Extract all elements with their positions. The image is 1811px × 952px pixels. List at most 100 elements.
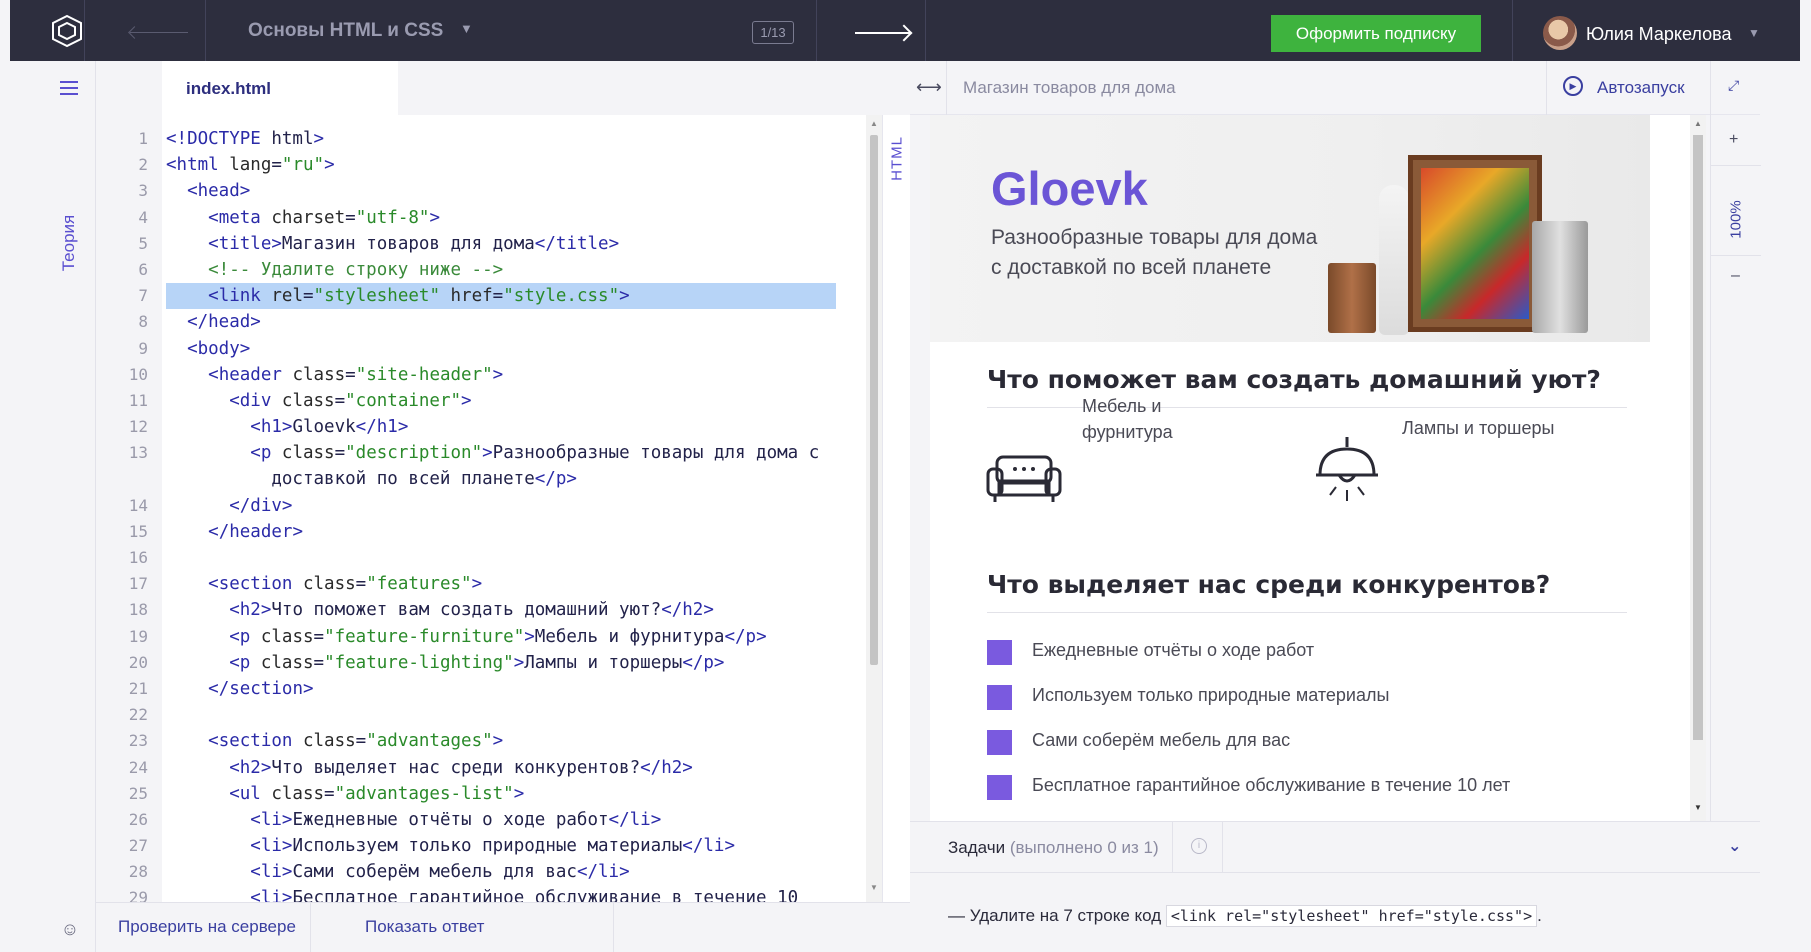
code-line[interactable]: 26 <li>Ежедневные отчёты о ходе работ</l… — [96, 807, 866, 833]
user-menu-chevron-icon[interactable]: ▼ — [1748, 26, 1760, 40]
code-line[interactable]: 23 <section class="advantages"> — [96, 728, 866, 754]
action-bar: Проверить на сервере Показать ответ — [96, 902, 910, 952]
lamp-icon — [1316, 437, 1378, 501]
code-line[interactable]: 19 <p class="feature-furniture">Мебель и… — [96, 624, 866, 650]
code-text: доставкой по всей планете</p> — [166, 469, 577, 490]
check-on-server-button[interactable]: Проверить на сервере — [118, 917, 296, 937]
avatar[interactable] — [1543, 16, 1577, 50]
fullscreen-icon[interactable]: ⤢ — [1728, 77, 1739, 94]
code-line[interactable]: 16 — [96, 545, 866, 571]
hero-banner: Gloevk Разнообразные товары для дома с д… — [930, 115, 1650, 342]
editor-scrollbar[interactable]: ▲ ▼ — [866, 115, 882, 902]
top-bar: Основы HTML и CSS ▼ 1/13 Оформить подпис… — [10, 0, 1800, 61]
line-number: 18 — [128, 600, 148, 620]
code-text: <title>Магазин товаров для дома</title> — [208, 233, 620, 254]
line-number: 21 — [128, 678, 148, 698]
autorun-icon[interactable]: ▶ — [1563, 76, 1583, 96]
feedback-icon[interactable]: ☺ — [59, 919, 81, 941]
advantages-heading: Что выделяет нас среди конкурентов? — [987, 570, 1551, 599]
preview-frame[interactable]: Gloevk Разнообразные товары для дома с д… — [930, 115, 1690, 821]
code-line[interactable]: 8 </head> — [96, 309, 866, 335]
language-label: HTML — [888, 136, 906, 181]
code-text: <head> — [187, 181, 251, 202]
preview-scroll-thumb[interactable] — [1693, 135, 1703, 740]
code-text: </head> — [187, 312, 261, 333]
code-line[interactable]: 4 <meta charset="utf-8"> — [96, 205, 866, 231]
line-number: 13 — [128, 443, 148, 463]
code-text: <li>Сами соберём мебель для вас</li> — [250, 862, 630, 883]
code-line[interactable]: 6 <!-- Удалите строку ниже --> — [96, 257, 866, 283]
show-answer-button[interactable]: Показать ответ — [365, 917, 484, 937]
brand-tagline: Разнообразные товары для дома с доставко… — [991, 226, 1318, 279]
zoom-out-button[interactable]: – — [1731, 267, 1740, 285]
code-line[interactable]: 13 <p class="description">Разнообразные … — [96, 440, 866, 466]
code-line[interactable]: доставкой по всей планете</p> — [96, 466, 866, 492]
preview-scrollbar[interactable]: ▲ ▼ — [1690, 115, 1706, 821]
line-number: 22 — [128, 705, 148, 725]
code-text: <!-- Удалите строку ниже --> — [166, 259, 504, 280]
forward-arrow-icon[interactable] — [855, 32, 910, 34]
code-line[interactable]: 20 <p class="feature-lighting">Лампы и т… — [96, 650, 866, 676]
zoom-level: 100% — [1711, 200, 1761, 238]
collapse-icon[interactable]: ⌄ — [1728, 836, 1741, 856]
file-tab-label: index.html — [186, 79, 272, 98]
code-text: <section class="features"> — [208, 574, 483, 595]
code-line[interactable]: 9 <body> — [96, 336, 866, 362]
code-line[interactable]: 18 <h2>Что поможет вам создать домашний … — [96, 597, 866, 623]
line-number: 3 — [138, 181, 148, 201]
advantage-text: Сами соберём мебель для вас — [1032, 730, 1291, 750]
code-line[interactable]: 22 — [96, 702, 866, 728]
code-line[interactable]: 28 <li>Сами соберём мебель для вас</li> — [96, 859, 866, 885]
code-lines[interactable]: 1 <!DOCTYPE html> 2 <html lang="ru"> 3 <head… — [96, 126, 866, 902]
file-tab-index[interactable]: index.html — [162, 61, 398, 115]
line-number: 4 — [138, 207, 148, 227]
back-arrow-icon[interactable] — [130, 32, 188, 33]
code-line[interactable]: 29 <li>Бесплатное гарантийное обслуживан… — [96, 885, 866, 902]
line-number: 23 — [128, 731, 148, 751]
chevron-down-icon[interactable]: ▼ — [460, 21, 473, 36]
code-text: <p class="description">Разнообразные тов… — [250, 443, 820, 464]
editor-scroll-thumb[interactable] — [870, 135, 878, 665]
info-icon[interactable]: i — [1191, 838, 1207, 854]
code-line[interactable]: 15 </header> — [96, 519, 866, 545]
hero-painting-image — [1408, 155, 1542, 332]
code-editor[interactable]: 1 <!DOCTYPE html> 2 <html lang="ru"> 3 <head… — [96, 115, 866, 902]
hamburger-icon[interactable] — [60, 81, 78, 95]
code-line[interactable]: 2 <html lang="ru"> — [96, 152, 866, 178]
code-text: </header> — [208, 521, 303, 542]
scroll-up-icon[interactable]: ▲ — [1694, 119, 1702, 128]
zoom-in-button[interactable]: + — [1729, 131, 1738, 149]
code-line[interactable]: 12 <h1>Gloevk</h1> — [96, 414, 866, 440]
code-line[interactable]: 1 <!DOCTYPE html> — [96, 126, 866, 152]
scroll-down-icon[interactable]: ▼ — [870, 883, 878, 892]
scroll-down-icon[interactable]: ▼ — [1694, 803, 1702, 812]
code-text: <li>Используем только природные материал… — [250, 836, 735, 857]
code-line[interactable]: 17 <section class="features"> — [96, 571, 866, 597]
autorun-button[interactable]: Автозапуск — [1597, 78, 1685, 98]
scroll-up-icon[interactable]: ▲ — [870, 119, 878, 128]
code-line[interactable]: 7 <link rel="stylesheet" href="style.css… — [96, 283, 866, 310]
course-title[interactable]: Основы HTML и CSS — [248, 20, 443, 42]
code-line[interactable]: 11 <div class="container"> — [96, 388, 866, 414]
code-line[interactable]: 14 </div> — [96, 493, 866, 519]
tasks-title[interactable]: Задачи (выполнено 0 из 1) — [948, 838, 1159, 858]
brand-heading: Gloevk — [991, 162, 1148, 215]
hero-antler-image — [1379, 185, 1409, 335]
code-line[interactable]: 27 <li>Используем только природные матер… — [96, 833, 866, 859]
line-number: 25 — [128, 783, 148, 803]
user-name[interactable]: Юлия Маркелова — [1586, 24, 1731, 45]
code-line[interactable]: 3 <head> — [96, 178, 866, 204]
code-text: <h1>Gloevk</h1> — [250, 417, 409, 438]
line-number: 24 — [128, 757, 148, 777]
tab-theory[interactable]: Теория — [56, 201, 82, 291]
code-line[interactable]: 25 <ul class="advantages-list"> — [96, 781, 866, 807]
code-line[interactable]: 24 <h2>Что выделяет нас среди конкуренто… — [96, 755, 866, 781]
code-line[interactable]: 10 <header class="site-header"> — [96, 362, 866, 388]
code-text: <h2>Что поможет вам создать домашний уют… — [229, 600, 714, 621]
code-line[interactable]: 5 <title>Магазин товаров для дома</title… — [96, 231, 866, 257]
logo-icon[interactable] — [50, 14, 84, 48]
subscribe-button[interactable]: Оформить подписку — [1271, 15, 1481, 52]
line-number: 9 — [138, 338, 148, 358]
code-line[interactable]: 21 </section> — [96, 676, 866, 702]
expand-icon[interactable]: ⟷ — [916, 77, 942, 98]
